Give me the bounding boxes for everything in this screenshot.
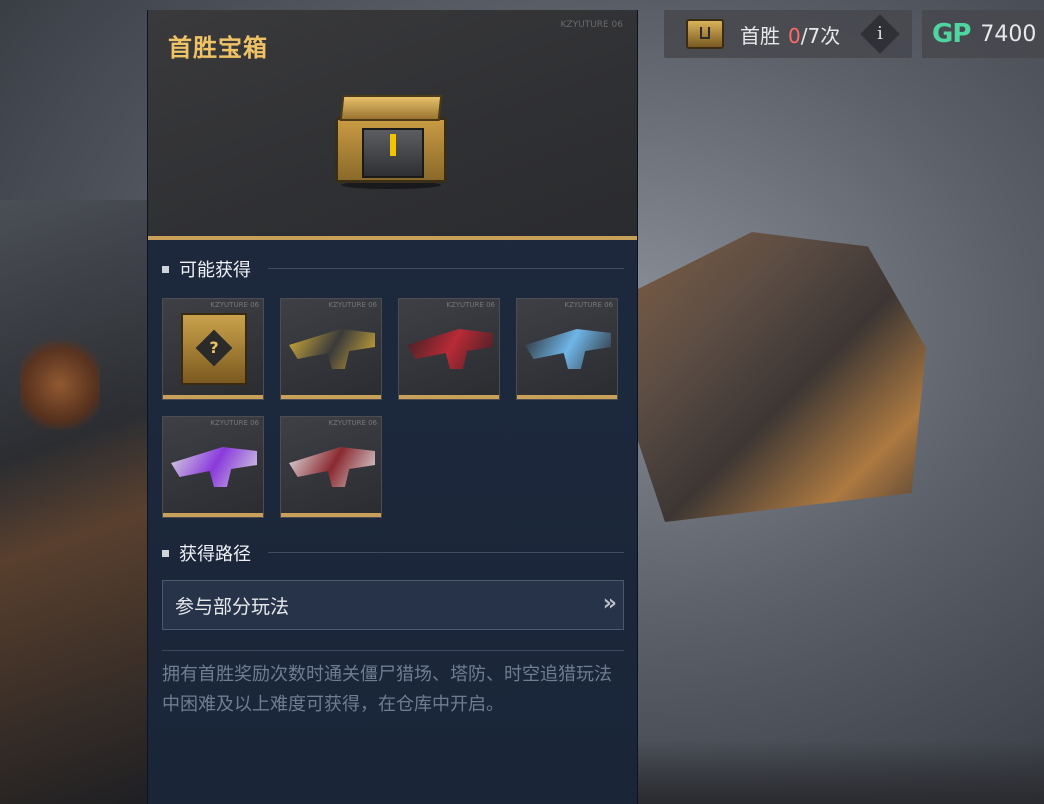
reward-item[interactable]: KZYUTURE 06 bbox=[280, 416, 382, 518]
chest-body bbox=[335, 117, 447, 183]
background-mech bbox=[0, 200, 150, 804]
background-cannon bbox=[636, 232, 926, 522]
rarity-bar bbox=[281, 513, 381, 517]
divider bbox=[162, 650, 624, 651]
header-divider bbox=[148, 236, 637, 240]
reward-item[interactable]: KZYUTURE 06 bbox=[398, 298, 500, 400]
obtain-route-label: 获得路径 bbox=[179, 544, 251, 565]
watermark: KZYUTURE 06 bbox=[560, 20, 624, 30]
chest-lid bbox=[339, 95, 443, 121]
weapon-icon bbox=[289, 447, 375, 487]
panel-header: 首胜宝箱 KZYUTURE 06 bbox=[148, 10, 637, 238]
weapon-icon bbox=[171, 447, 257, 487]
rarity-bar bbox=[281, 395, 381, 399]
gp-currency: GP 7400 bbox=[922, 10, 1044, 58]
section-rule bbox=[268, 552, 624, 553]
first-win-current: 0 bbox=[788, 23, 801, 48]
possible-rewards-heading: 可能获得 bbox=[162, 256, 251, 282]
gp-icon: GP bbox=[932, 19, 971, 49]
info-button[interactable]: i bbox=[860, 14, 900, 54]
first-win-total: /7次 bbox=[800, 23, 841, 48]
gp-value: 7400 bbox=[980, 21, 1037, 47]
weapon-icon bbox=[289, 329, 375, 369]
weapon-icon bbox=[525, 329, 611, 369]
info-icon: i bbox=[877, 23, 883, 44]
double-chevron-icon: » bbox=[602, 591, 617, 616]
obtain-description: 拥有首胜奖励次数时通关僵尸猎场、塔防、时空追猎玩法中困难及以上难度可获得，在仓库… bbox=[162, 664, 612, 715]
bullet-icon bbox=[162, 265, 169, 273]
reward-item[interactable]: KZYUTURE 06 bbox=[162, 416, 264, 518]
bullet-icon bbox=[162, 549, 169, 557]
rarity-bar bbox=[517, 395, 617, 399]
chest-icon bbox=[686, 19, 724, 49]
reward-item[interactable]: KZYUTURE 06? bbox=[162, 298, 264, 400]
watermark: KZYUTURE 06 bbox=[210, 419, 259, 427]
panel-title: 首胜宝箱 bbox=[168, 34, 268, 62]
first-win-counter: 首胜 0/7次 i bbox=[664, 10, 912, 58]
route-button[interactable]: 参与部分玩法 » bbox=[162, 580, 624, 630]
section-rule bbox=[268, 268, 624, 269]
rarity-bar bbox=[163, 513, 263, 517]
watermark: KZYUTURE 06 bbox=[446, 301, 495, 309]
first-win-label: 首胜 bbox=[740, 23, 780, 48]
watermark: KZYUTURE 06 bbox=[328, 419, 377, 427]
question-icon: ? bbox=[195, 329, 233, 367]
weapon-icon bbox=[407, 329, 493, 369]
watermark: KZYUTURE 06 bbox=[564, 301, 613, 309]
possible-rewards-label: 可能获得 bbox=[179, 260, 251, 281]
obtain-route-heading: 获得路径 bbox=[162, 540, 251, 566]
watermark: KZYUTURE 06 bbox=[210, 301, 259, 309]
chest-lock bbox=[390, 134, 396, 156]
background-shade bbox=[636, 740, 1044, 804]
rarity-bar bbox=[163, 395, 263, 399]
rarity-bar bbox=[399, 395, 499, 399]
mystery-weapon-icon: ? bbox=[181, 313, 247, 385]
watermark: KZYUTURE 06 bbox=[328, 301, 377, 309]
chest-image bbox=[331, 95, 451, 190]
first-win-count: 0/7次 bbox=[788, 20, 840, 49]
chest-detail-panel: 首胜宝箱 KZYUTURE 06 可能获得 KZYUTURE 06? KZYUTU… bbox=[147, 10, 638, 804]
route-label: 参与部分玩法 bbox=[175, 595, 290, 618]
reward-item[interactable]: KZYUTURE 06 bbox=[516, 298, 618, 400]
reward-item[interactable]: KZYUTURE 06 bbox=[280, 298, 382, 400]
